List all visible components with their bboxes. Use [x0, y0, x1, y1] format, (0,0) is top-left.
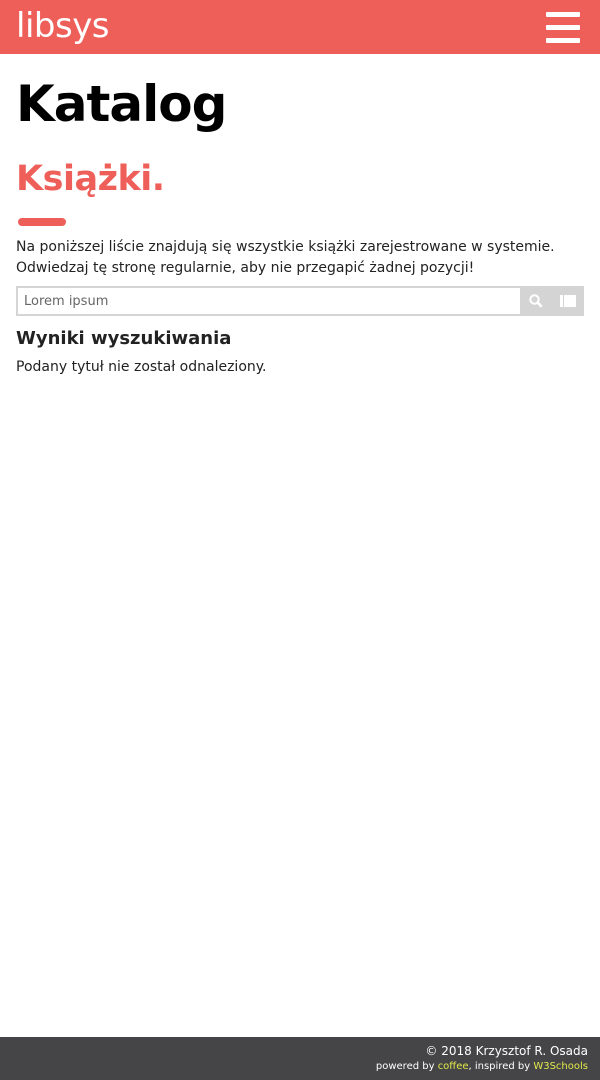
- copyright-text: © 2018 Krzysztof R. Osada: [425, 1044, 588, 1058]
- top-navbar: libsys: [0, 0, 600, 54]
- powered-prefix: powered by: [375, 1061, 438, 1072]
- menu-line: [546, 12, 580, 17]
- section-title: Książki.: [16, 159, 165, 199]
- results-message: Podany tytuł nie został odnaleziony.: [16, 359, 267, 375]
- page-title: Katalog: [16, 75, 227, 133]
- menu-line: [546, 38, 580, 43]
- inspired-prefix: , inspired by: [468, 1061, 534, 1072]
- search-bar: [16, 286, 584, 316]
- menu-line: [546, 25, 580, 30]
- footer: © 2018 Krzysztof R. Osada powered by cof…: [0, 1037, 600, 1080]
- search-input[interactable]: [18, 288, 520, 314]
- results-title: Wyniki wyszukiwania: [16, 328, 232, 349]
- w3schools-link[interactable]: W3Schools: [533, 1061, 588, 1072]
- list-view-icon: [560, 295, 576, 307]
- brand-logo[interactable]: libsys: [16, 4, 110, 48]
- accent-divider: [18, 218, 66, 226]
- hamburger-menu-icon[interactable]: [546, 10, 582, 44]
- list-view-button[interactable]: [552, 288, 584, 314]
- search-icon: [529, 294, 543, 308]
- search-button[interactable]: [520, 288, 552, 314]
- credits-text: powered by coffee, inspired by W3Schools: [376, 1060, 588, 1074]
- intro-text: Na poniższej liście znajdują się wszystk…: [16, 239, 555, 276]
- coffee-link[interactable]: coffee: [438, 1061, 469, 1072]
